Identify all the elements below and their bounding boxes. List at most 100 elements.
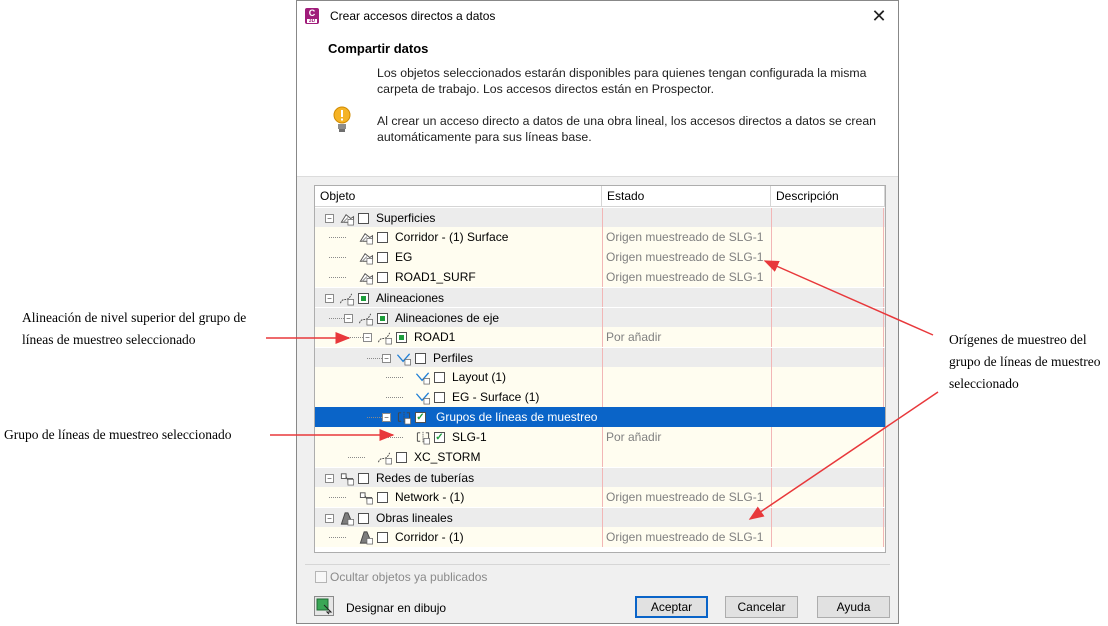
row-checkbox[interactable] xyxy=(377,252,388,263)
row-checkbox[interactable] xyxy=(434,392,445,403)
row-status xyxy=(602,367,771,387)
row-checkbox[interactable] xyxy=(358,293,369,304)
tree-row[interactable]: Layout (1) xyxy=(315,367,885,387)
row-description[interactable] xyxy=(771,367,884,387)
corridor-icon xyxy=(340,512,354,526)
row-status: Origen muestreado de SLG-1 xyxy=(602,227,771,247)
collapse-toggle-icon[interactable]: − xyxy=(363,333,372,342)
row-checkbox[interactable] xyxy=(358,213,369,224)
cancel-button[interactable]: Cancelar xyxy=(725,596,798,618)
tree-row[interactable]: − Superficies xyxy=(315,207,885,228)
tree-row[interactable]: − Obras lineales xyxy=(315,507,885,528)
alignment-icon xyxy=(339,293,354,306)
row-description[interactable] xyxy=(771,407,884,427)
help-button[interactable]: Ayuda xyxy=(817,596,890,618)
collapse-toggle-icon[interactable]: − xyxy=(325,214,334,223)
row-description[interactable] xyxy=(771,208,884,228)
row-description[interactable] xyxy=(771,267,884,287)
tree-row[interactable]: − Alineaciones xyxy=(315,287,885,308)
tree-row[interactable]: − Redes de tuberías xyxy=(315,467,885,488)
header-description: Los objetos seleccionados estarán dispon… xyxy=(377,66,867,96)
row-status: Por añadir xyxy=(602,427,771,447)
row-label: Grupos de líneas de muestreo xyxy=(433,407,601,427)
row-checkbox[interactable] xyxy=(377,272,388,283)
row-checkbox[interactable] xyxy=(377,532,388,543)
footer-separator xyxy=(305,564,890,565)
profile-icon xyxy=(415,392,430,405)
tree-cell-object: ROAD1_SURF xyxy=(315,267,602,287)
row-checkbox[interactable] xyxy=(358,513,369,524)
pick-in-drawing-button[interactable] xyxy=(314,596,334,616)
column-header-status[interactable]: Estado xyxy=(602,186,771,206)
tree-connector xyxy=(329,497,346,498)
collapse-toggle-icon[interactable]: − xyxy=(325,294,334,303)
grid-header: Objeto Estado Descripción xyxy=(315,186,885,207)
tree-row[interactable]: EG - Surface (1) xyxy=(315,387,885,407)
row-checkbox[interactable]: ✓ xyxy=(415,412,426,423)
row-checkbox[interactable]: ✓ xyxy=(434,432,445,443)
header-title: Compartir datos xyxy=(328,41,429,56)
row-description[interactable] xyxy=(771,247,884,267)
tree-row[interactable]: − ROAD1 Por añadir xyxy=(315,327,885,347)
row-description[interactable] xyxy=(771,487,884,507)
row-checkbox[interactable] xyxy=(377,232,388,243)
row-description[interactable] xyxy=(771,288,884,308)
tree-cell-object: − ROAD1 xyxy=(315,327,602,347)
collapse-toggle-icon[interactable]: − xyxy=(325,514,334,523)
row-checkbox[interactable] xyxy=(434,372,445,383)
row-checkbox[interactable] xyxy=(377,492,388,503)
hide-published-label: Ocultar objetos ya publicados xyxy=(330,570,488,584)
tree-row[interactable]: − Alineaciones de eje xyxy=(315,307,885,328)
create-data-shortcuts-dialog: C 3D Crear accesos directos a datos ✕ Com… xyxy=(296,0,899,624)
header-note: Al crear un acceso directo a datos de un… xyxy=(377,114,876,144)
collapse-toggle-icon[interactable]: − xyxy=(344,314,353,323)
tree-row[interactable]: − ✓ Grupos de líneas de muestreo xyxy=(315,407,885,427)
row-label: SLG-1 xyxy=(452,430,487,444)
ok-button[interactable]: Aceptar xyxy=(635,596,708,618)
tree-row[interactable]: Corridor - (1) Origen muestreado de SLG-1 xyxy=(315,527,885,547)
row-description[interactable] xyxy=(771,348,884,368)
collapse-toggle-icon[interactable]: − xyxy=(382,413,391,422)
row-label: XC_STORM xyxy=(414,450,481,464)
row-checkbox[interactable] xyxy=(415,353,426,364)
tree-connector xyxy=(329,277,346,278)
tree-connector xyxy=(329,237,346,238)
tree-row[interactable]: XC_STORM xyxy=(315,447,885,467)
sample-line-group-icon xyxy=(397,411,411,425)
column-header-object[interactable]: Objeto xyxy=(315,186,602,206)
row-checkbox[interactable] xyxy=(396,332,407,343)
row-description[interactable] xyxy=(771,447,884,467)
collapse-toggle-icon[interactable]: − xyxy=(325,474,334,483)
row-checkbox[interactable] xyxy=(377,313,388,324)
tree-row[interactable]: EG Origen muestreado de SLG-1 xyxy=(315,247,885,267)
row-checkbox[interactable] xyxy=(358,473,369,484)
objects-tree-grid[interactable]: Objeto Estado Descripción − Superficies Co… xyxy=(314,185,886,553)
tree-row[interactable]: − Perfiles xyxy=(315,347,885,368)
row-description[interactable] xyxy=(771,508,884,528)
row-description[interactable] xyxy=(771,308,884,328)
annotation-sampled-sources: Orígenes de muestreo del grupo de líneas… xyxy=(949,332,1101,391)
profile-icon xyxy=(415,372,430,385)
row-description[interactable] xyxy=(771,387,884,407)
hide-published-checkbox[interactable] xyxy=(315,571,327,583)
collapse-toggle-icon[interactable]: − xyxy=(382,354,391,363)
row-description[interactable] xyxy=(771,527,884,547)
row-description[interactable] xyxy=(771,227,884,247)
tree-row[interactable]: Network - (1) Origen muestreado de SLG-1 xyxy=(315,487,885,507)
column-header-description[interactable]: Descripción xyxy=(771,186,885,206)
close-icon[interactable]: ✕ xyxy=(868,5,890,27)
tree-row[interactable]: ROAD1_SURF Origen muestreado de SLG-1 xyxy=(315,267,885,287)
row-description[interactable] xyxy=(771,327,884,347)
row-label: Corridor - (1) xyxy=(395,530,464,544)
lightbulb-icon xyxy=(333,106,351,132)
row-status xyxy=(602,508,771,528)
info-header: Compartir datos Los objetos seleccionado… xyxy=(297,32,898,177)
tree-row[interactable]: Corridor - (1) Surface Origen muestreado … xyxy=(315,227,885,247)
row-description[interactable] xyxy=(771,427,884,447)
tree-cell-object: − ✓ Grupos de líneas de muestreo xyxy=(315,407,602,427)
row-description[interactable] xyxy=(771,468,884,488)
row-checkbox[interactable] xyxy=(396,452,407,463)
tree-connector xyxy=(348,457,365,458)
tree-row[interactable]: ✓ SLG-1 Por añadir xyxy=(315,427,885,447)
row-label: Alineaciones de eje xyxy=(395,311,500,325)
